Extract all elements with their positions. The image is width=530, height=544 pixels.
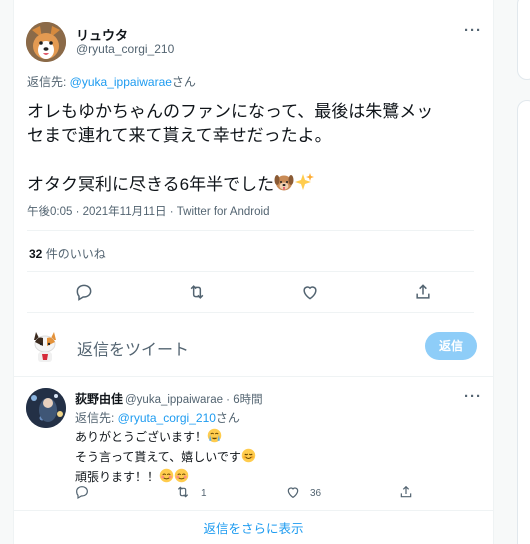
reply-line-1-text: ありがとうございます！ [75, 430, 208, 445]
divider [27, 312, 474, 313]
tweet-text: オレもゆかちゃんのファンになって、最後は朱鷺メッ セまで連れて来て貰えて幸せだっ… [27, 100, 487, 199]
blush-emoji [159, 468, 174, 488]
reply-line-3-text: 頑張ります！！ [75, 470, 160, 485]
reply-line-3: 頑張ります！！ [75, 468, 256, 488]
page: リュウタ @ryuta_corgi_210 ··· 返信先: @yuka_ipp… [0, 0, 530, 544]
reply-share-icon[interactable] [398, 484, 414, 500]
author-handle[interactable]: @ryuta_corgi_210 [76, 42, 174, 56]
likes-summary[interactable]: 32 件のいいね [29, 245, 106, 262]
reply-text: ありがとうございます！ そう言って貰えて、嬉しいです 頑張ります！！ [75, 428, 256, 488]
reply-replying-suffix: さん [215, 411, 240, 425]
reply-line-2-text: そう言って貰えて、嬉しいです [75, 450, 241, 465]
share-icon[interactable] [413, 282, 433, 302]
reply-icon[interactable] [74, 282, 94, 302]
show-more-replies-link[interactable]: 返信をさらに表示 [13, 518, 494, 537]
reply-replying-to: 返信先: @ryuta_corgi_210さん [75, 409, 240, 426]
dog-emoji [274, 172, 294, 199]
reply-replying-link[interactable]: @ryuta_corgi_210 [118, 411, 216, 425]
replying-to: 返信先: @yuka_ippaiwaraeさん [27, 73, 196, 90]
sidebar-card-bottom [517, 100, 530, 544]
replying-to-link[interactable]: @yuka_ippaiwarae [70, 75, 172, 89]
replying-suffix: さん [171, 75, 196, 89]
likes-label: 件のいいね [42, 247, 106, 261]
smile-emoji [241, 448, 256, 468]
tweet-timestamp[interactable]: 午後0:05 · 2021年11月11日 · Twitter for Andro… [27, 203, 269, 219]
divider [13, 376, 494, 377]
reply-line-2: そう言って貰えて、嬉しいです [75, 448, 256, 468]
reply-more-icon[interactable]: ··· [464, 388, 482, 405]
likes-count: 32 [29, 247, 43, 261]
tweet-line-2: セまで連れて来て貰えて幸せだったよ。 [27, 126, 332, 145]
reply-author-name[interactable]: 荻野由佳 [75, 390, 123, 407]
reply-retweet-count: 1 [201, 488, 207, 499]
divider [27, 271, 474, 272]
divider [13, 510, 494, 511]
reply-handle-time[interactable]: @yuka_ippaiwarae · 6時間 [125, 391, 263, 407]
reply-reply-icon[interactable] [74, 484, 90, 500]
reply-like-count: 36 [310, 488, 322, 499]
sidebar-card-top [517, 0, 530, 80]
author-avatar[interactable] [26, 22, 66, 62]
sparkles-emoji [294, 172, 315, 199]
tweet-line-3: オタク冥利に尽きる6年半でした [27, 172, 487, 199]
reply-submit-button[interactable]: 返信 [425, 332, 477, 360]
my-avatar[interactable] [26, 326, 64, 364]
divider [27, 230, 474, 231]
reply-line-1: ありがとうございます！ [75, 428, 256, 448]
reply-compose-input[interactable]: 返信をツイート [77, 336, 189, 360]
reply-like-icon[interactable] [285, 484, 301, 500]
reply-author-avatar[interactable] [26, 388, 66, 428]
tweet-line-1: オレもゆかちゃんのファンになって、最後は朱鷺メッ [27, 102, 434, 121]
more-icon[interactable]: ··· [464, 22, 482, 39]
crying-emoji [207, 428, 222, 448]
retweet-icon[interactable] [187, 282, 207, 302]
reply-replying-prefix: 返信先: [75, 411, 118, 425]
reply-retweet-icon[interactable] [175, 484, 191, 500]
replying-prefix: 返信先: [27, 75, 70, 89]
tweet-line-3-text: オタク冥利に尽きる6年半でした [27, 174, 275, 194]
like-icon[interactable] [300, 282, 320, 302]
